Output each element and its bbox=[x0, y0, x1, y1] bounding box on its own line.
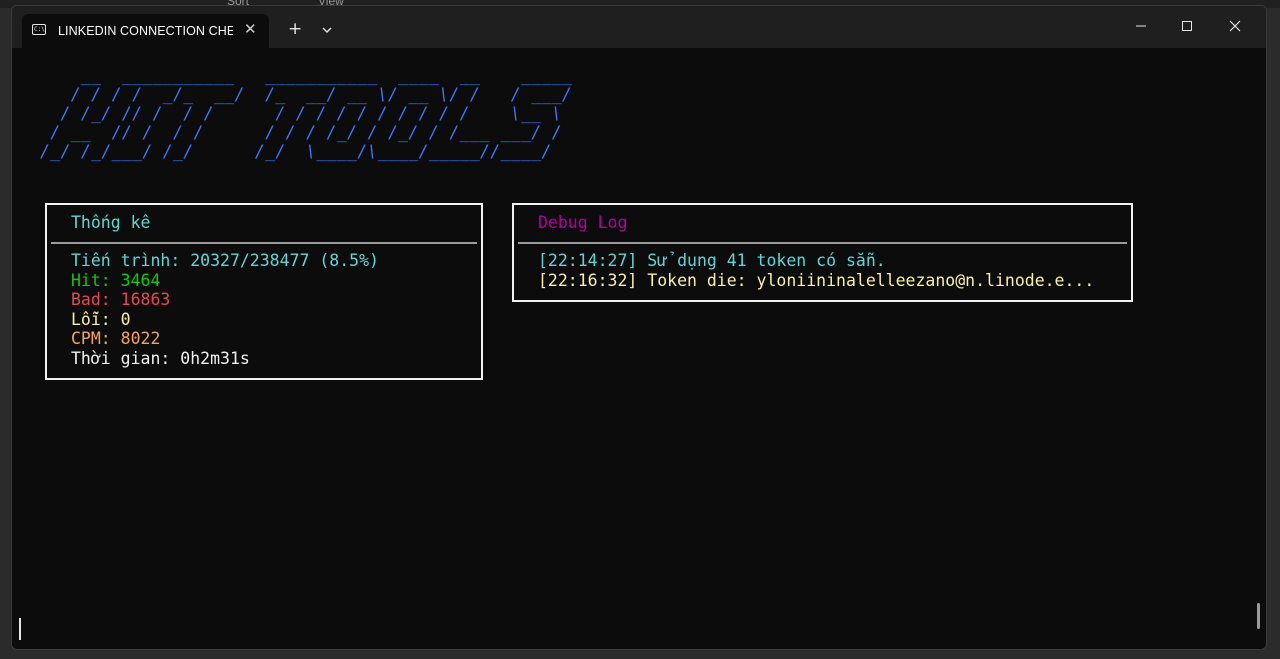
text-cursor bbox=[19, 618, 21, 640]
terminal-output[interactable]: __ ___________ ___________ ____ __ _____… bbox=[12, 48, 1266, 649]
stats-panel: Thống kê Tiến trình: 20327/238477 (8.5%)… bbox=[45, 203, 483, 380]
close-icon bbox=[1229, 20, 1241, 32]
minimize-button[interactable] bbox=[1118, 6, 1164, 48]
log-line: [22:16:32] Token die: yloniininalelleeza… bbox=[538, 271, 1095, 290]
hit-line: Hit: 3464 bbox=[71, 271, 161, 290]
maximize-button[interactable] bbox=[1164, 6, 1210, 48]
cpm-line: CPM: 8022 bbox=[71, 329, 161, 348]
tab-title: LINKEDIN CONNECTION CHECKER bbox=[58, 24, 233, 38]
new-tab-button[interactable]: + bbox=[288, 19, 302, 39]
debug-title: Debug Log bbox=[538, 213, 628, 232]
errors-line: Lỗi: 0 bbox=[71, 310, 131, 329]
close-button[interactable] bbox=[1212, 6, 1258, 48]
divider bbox=[518, 242, 1127, 244]
terminal-window: C:\ LINKEDIN CONNECTION CHECKER ✕ + __ _… bbox=[11, 5, 1267, 650]
divider bbox=[51, 242, 477, 244]
tab-close-icon[interactable]: ✕ bbox=[244, 20, 257, 38]
progress-line: Tiến trình: 20327/238477 (8.5%) bbox=[71, 251, 379, 270]
title-bar: C:\ LINKEDIN CONNECTION CHECKER ✕ + bbox=[12, 6, 1266, 48]
console-icon: C:\ bbox=[32, 24, 46, 35]
hit-tools-banner: __ ___________ ___________ ____ __ _____… bbox=[40, 66, 573, 161]
debug-log-panel: Debug Log [22:14:27] Sử dụng 41 token có… bbox=[512, 203, 1133, 302]
log-line: [22:14:27] Sử dụng 41 token có sẵn. bbox=[538, 251, 886, 270]
chevron-down-icon[interactable] bbox=[322, 22, 332, 36]
scrollbar-thumb[interactable] bbox=[1257, 603, 1260, 629]
stats-title: Thống kê bbox=[71, 213, 151, 232]
maximize-icon bbox=[1182, 21, 1192, 31]
tab-linkedin-connection-checker[interactable]: C:\ LINKEDIN CONNECTION CHECKER ✕ bbox=[22, 14, 269, 48]
minimize-icon bbox=[1136, 25, 1146, 27]
time-line: Thời gian: 0h2m31s bbox=[71, 349, 250, 368]
bad-line: Bad: 16863 bbox=[71, 290, 171, 309]
